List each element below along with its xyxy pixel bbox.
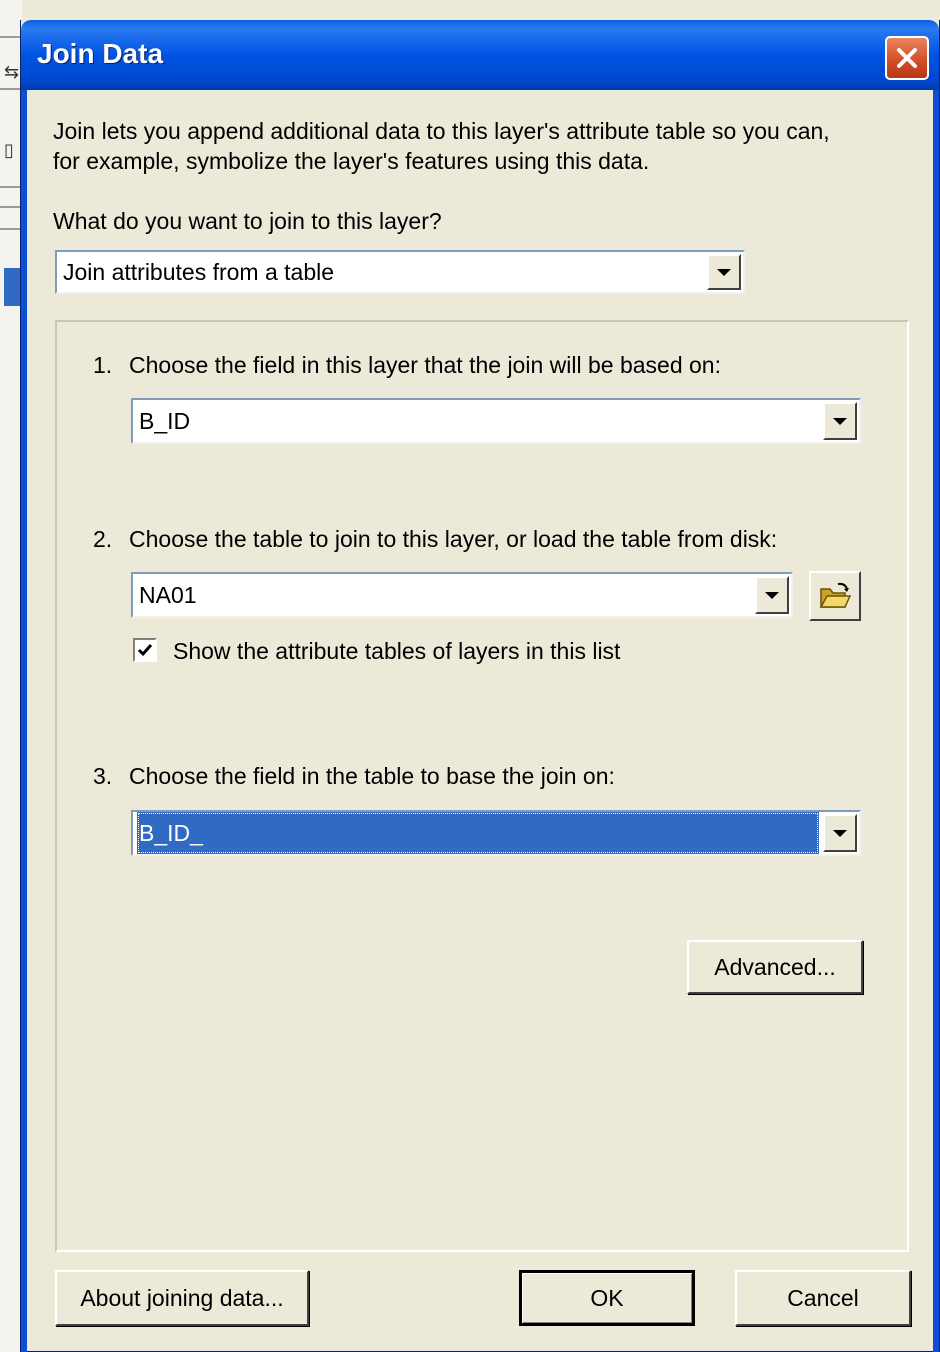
bg-divider bbox=[0, 206, 22, 208]
bg-toolbar-icon: ▯ bbox=[4, 140, 14, 161]
dropdown-button[interactable] bbox=[707, 254, 741, 290]
intro-text-line1: Join lets you append additional data to … bbox=[53, 118, 830, 144]
intro-text-line2: for example, symbolize the layer's featu… bbox=[53, 148, 650, 174]
join-table-dropdown[interactable]: NA01 bbox=[131, 572, 793, 618]
bg-divider bbox=[0, 186, 22, 188]
show-attribute-tables-label[interactable]: Show the attribute tables of layers in t… bbox=[173, 636, 620, 666]
bg-divider bbox=[0, 36, 22, 38]
table-field-dropdown[interactable]: B_ID_ bbox=[131, 810, 861, 856]
join-table-value: NA01 bbox=[139, 581, 197, 608]
chevron-down-icon bbox=[833, 829, 847, 837]
window-title: Join Data bbox=[37, 38, 164, 69]
step1-label: Choose the field in this layer that the … bbox=[129, 352, 721, 378]
checkmark-icon bbox=[137, 644, 153, 657]
window-frame-left bbox=[21, 90, 27, 1352]
table-field-value: B_ID_ bbox=[137, 812, 819, 854]
step3-number: 3. bbox=[93, 763, 113, 789]
dropdown-button[interactable] bbox=[755, 576, 789, 614]
close-button[interactable] bbox=[885, 36, 929, 80]
step2-number: 2. bbox=[93, 526, 113, 552]
join-data-dialog: Join Data Join lets you append additiona… bbox=[20, 20, 940, 1352]
chevron-down-icon bbox=[717, 268, 731, 276]
step2-label: Choose the table to join to this layer, … bbox=[129, 526, 778, 552]
step1-number: 1. bbox=[93, 352, 113, 378]
layer-field-value: B_ID bbox=[139, 407, 191, 434]
close-icon bbox=[897, 48, 917, 68]
window-frame-right bbox=[933, 90, 939, 1352]
browse-table-button[interactable] bbox=[809, 571, 861, 621]
dropdown-button[interactable] bbox=[823, 402, 857, 440]
ok-button[interactable]: OK bbox=[519, 1270, 695, 1326]
advanced-button[interactable]: Advanced... bbox=[687, 940, 863, 994]
join-type-value: Join attributes from a table bbox=[63, 258, 335, 285]
bg-divider bbox=[0, 88, 22, 90]
dropdown-button[interactable] bbox=[823, 814, 857, 852]
show-attribute-tables-checkbox[interactable] bbox=[133, 638, 157, 662]
chevron-down-icon bbox=[833, 417, 847, 425]
chevron-down-icon bbox=[765, 591, 779, 599]
bg-divider bbox=[0, 228, 22, 230]
join-type-question: What do you want to join to this layer? bbox=[53, 208, 442, 234]
title-bar[interactable]: Join Data bbox=[21, 20, 939, 90]
bg-toolbar-icon: ⇆ bbox=[4, 62, 20, 83]
cancel-button[interactable]: Cancel bbox=[735, 1270, 911, 1326]
background-app-window: ⇆ ▯ bbox=[0, 0, 22, 1352]
open-folder-icon bbox=[819, 582, 852, 608]
layer-field-dropdown[interactable]: B_ID bbox=[131, 398, 861, 444]
step3-label: Choose the field in the table to base th… bbox=[129, 763, 615, 789]
join-type-dropdown[interactable]: Join attributes from a table bbox=[55, 250, 745, 294]
about-joining-data-button[interactable]: About joining data... bbox=[55, 1270, 309, 1326]
